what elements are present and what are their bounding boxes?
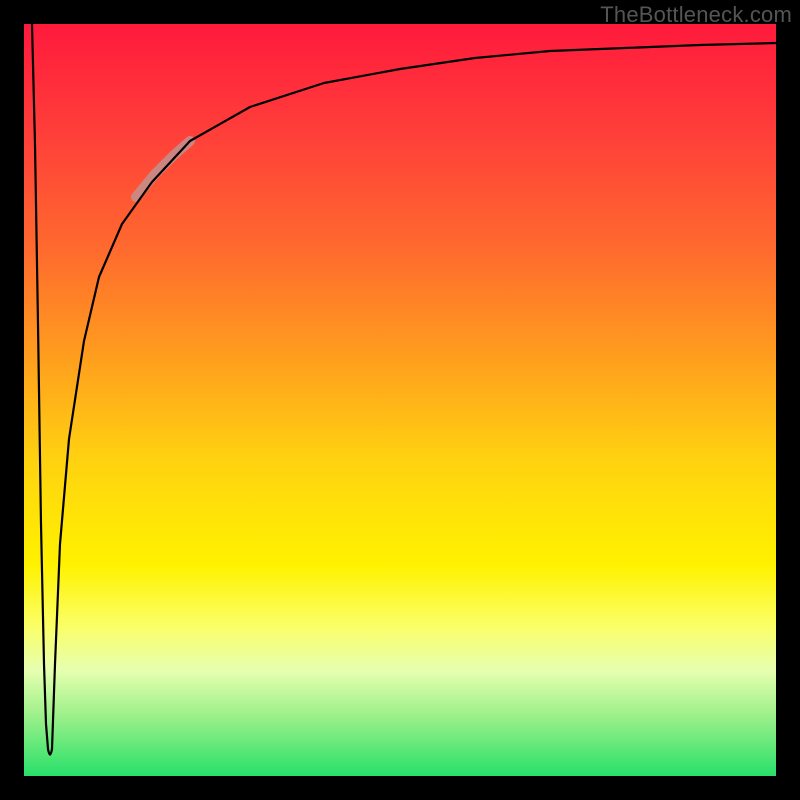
curve-descent — [32, 24, 48, 749]
bottleneck-curve — [24, 24, 776, 776]
curve-ascent — [52, 43, 776, 749]
chart-outer-frame: TheBottleneck.com — [0, 0, 800, 800]
watermark-text: TheBottleneck.com — [600, 2, 792, 28]
plot-area — [24, 24, 776, 776]
